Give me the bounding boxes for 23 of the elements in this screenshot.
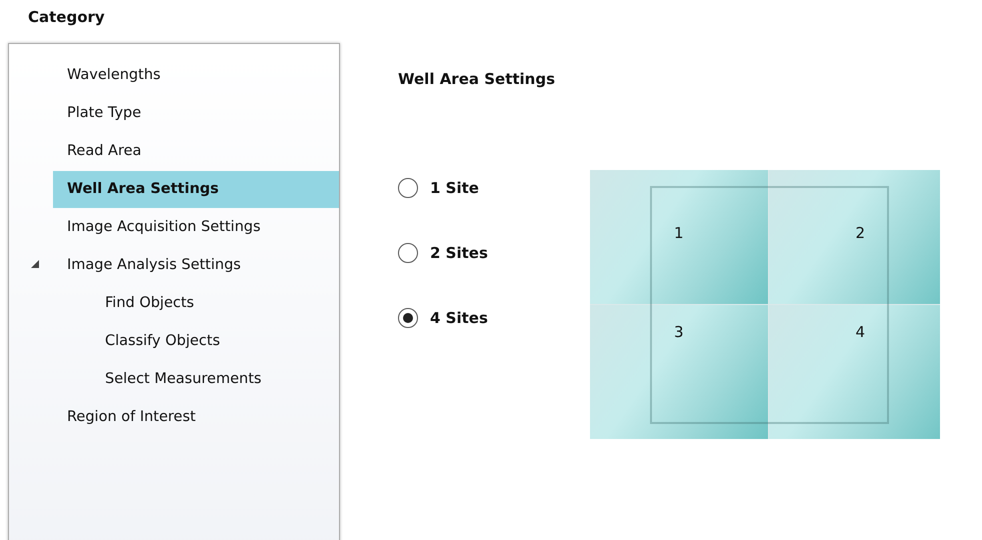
category-item[interactable]: Plate Type — [53, 94, 339, 132]
radio-label[interactable]: 4 Sites — [430, 309, 488, 327]
category-item[interactable]: Image Analysis Settings — [53, 246, 339, 284]
radio-button[interactable] — [398, 178, 418, 198]
expander-triangle-icon[interactable] — [31, 260, 39, 268]
site-number: 2 — [855, 224, 865, 244]
category-item[interactable]: Image Acquisition Settings — [53, 208, 339, 246]
category-item[interactable]: Well Area Settings — [53, 170, 339, 208]
category-item[interactable]: Select Measurements — [53, 360, 339, 398]
category-item[interactable]: Region of Interest — [53, 398, 339, 436]
radio-button[interactable] — [398, 243, 418, 263]
category-item[interactable]: Wavelengths — [53, 56, 339, 94]
site-number: 4 — [855, 323, 865, 343]
site-number: 3 — [674, 323, 684, 343]
radio-button[interactable] — [398, 308, 418, 328]
category-item[interactable]: Read Area — [53, 132, 339, 170]
radio-label[interactable]: 2 Sites — [430, 244, 488, 262]
radio-label[interactable]: 1 Site — [430, 179, 479, 197]
category-item[interactable]: Classify Objects — [53, 322, 339, 360]
category-item[interactable]: Find Objects — [53, 284, 339, 322]
site-number: 1 — [674, 224, 684, 244]
section-title: Well Area Settings — [398, 70, 556, 88]
category-heading: Category — [28, 8, 106, 26]
